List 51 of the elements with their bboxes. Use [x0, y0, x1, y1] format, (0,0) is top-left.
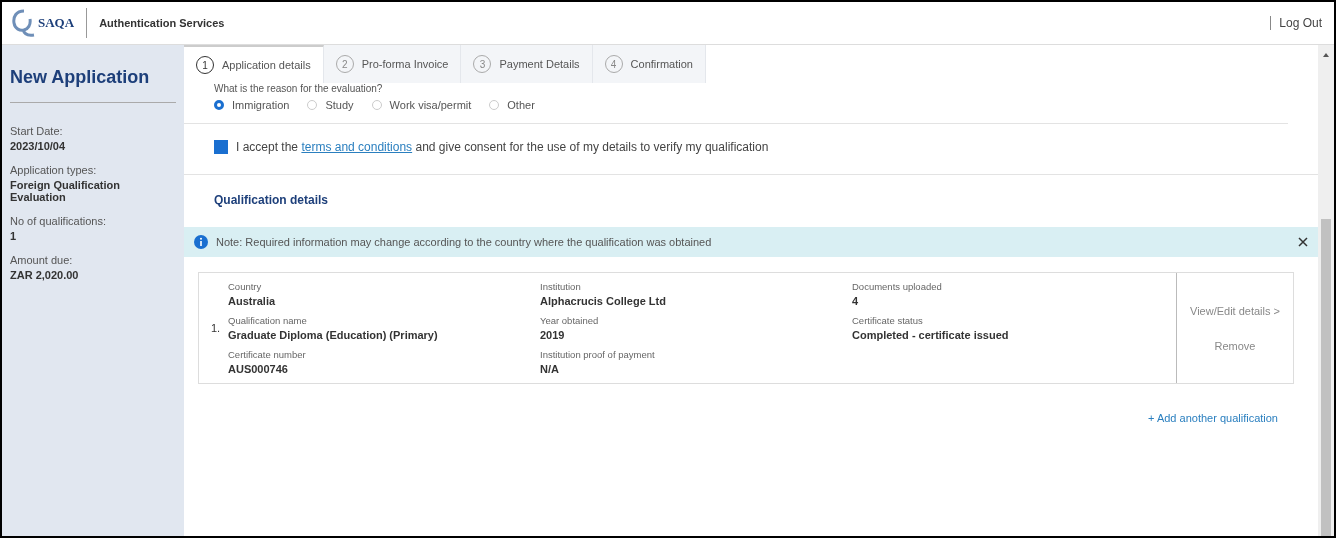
field-label: Documents uploaded: [852, 281, 943, 292]
terms-link[interactable]: terms and conditions: [301, 140, 413, 154]
step-tab[interactable]: 3 Payment Details: [461, 45, 593, 83]
step-tab[interactable]: 1 Application details: [184, 45, 324, 83]
summary-value: 2023/10/04: [10, 140, 67, 152]
scrollbar[interactable]: [1318, 45, 1334, 536]
field-value: N/A: [540, 363, 560, 375]
field-label: Institution: [540, 281, 582, 292]
card-action-link[interactable]: View/Edit details >: [1190, 304, 1280, 317]
radio-option[interactable]: Immigration: [214, 99, 290, 111]
field-label: Institution proof of payment: [540, 349, 656, 360]
summary-label: Start Date:: [10, 125, 64, 137]
note-text: Note: Required information may change according to the country where the qualification was obtained: [216, 236, 713, 248]
consent-text: I accept the terms and conditions and give consent for the use of my details to verify my qualification: [236, 140, 769, 154]
logout-link[interactable]: Log Out: [1270, 16, 1322, 30]
summary-value: Foreign Qualification Evaluation: [10, 179, 121, 203]
radio-option[interactable]: Other: [489, 99, 535, 111]
consent-checkbox[interactable]: [214, 140, 228, 154]
section-title: Qualification details: [213, 192, 330, 209]
field-value: Graduate Diploma (Education) (Primary): [228, 329, 439, 341]
field-value: Completed - certificate issued: [852, 329, 1010, 341]
field-label: Country: [228, 281, 263, 292]
summary-value: 1: [10, 230, 18, 242]
close-button[interactable]: [1298, 237, 1308, 247]
scroll-up-icon[interactable]: [1322, 51, 1330, 59]
field-label: Certificate number: [228, 349, 307, 360]
field-label: Year obtained: [540, 315, 600, 326]
summary-label: No of qualifications:: [10, 215, 107, 227]
field-value: Australia: [228, 295, 277, 307]
field-value: 4: [852, 295, 860, 307]
field-value: 2019: [540, 329, 566, 341]
step-tab[interactable]: 4 Confirmation: [592, 45, 706, 83]
summary-value: ZAR 2,020.00: [10, 269, 80, 281]
logo-text: SAQA: [38, 15, 75, 31]
radio-option[interactable]: Work visa/permit: [371, 99, 472, 111]
summary-label: Application types:: [10, 164, 98, 176]
summary-label: Amount due:: [10, 254, 74, 266]
field-label: Certificate status: [852, 315, 924, 326]
field-value: AUS000746: [228, 363, 289, 375]
app-title: Authentication Services: [99, 17, 225, 29]
step-tab[interactable]: 2 Pro-forma Invoice: [323, 45, 462, 83]
add-qualification-link[interactable]: + Add another qualification: [1148, 412, 1278, 424]
radio-option[interactable]: Study: [307, 99, 354, 111]
info-icon: [194, 235, 208, 249]
field-value: Alphacrucis College Ltd: [540, 295, 667, 307]
item-number: 1.: [211, 322, 222, 334]
logo-icon: [12, 9, 36, 37]
field-label: Qualification name: [228, 315, 308, 326]
sidebar-title: New Application: [10, 63, 176, 103]
question-text: What is the reason for the evaluation?: [213, 83, 384, 94]
card-action-link[interactable]: Remove: [1214, 339, 1256, 352]
